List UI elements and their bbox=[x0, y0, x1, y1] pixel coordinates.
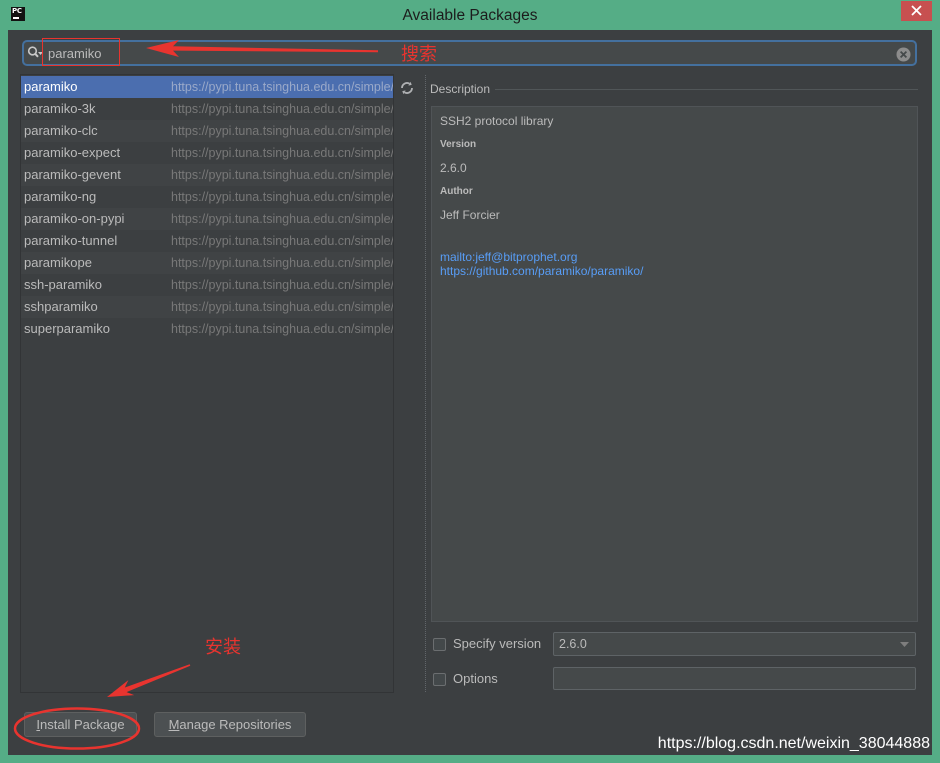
package-repository: https://pypi.tuna.tsinghua.edu.cn/simple… bbox=[171, 102, 393, 116]
watermark: https://blog.csdn.net/weixin_38044888 bbox=[657, 735, 930, 752]
author-email-link[interactable]: mailto:jeff@bitprophet.org bbox=[440, 250, 577, 264]
package-name: paramiko-3k bbox=[24, 101, 96, 116]
package-repository: https://pypi.tuna.tsinghua.edu.cn/simple… bbox=[171, 300, 393, 314]
version-label: Version bbox=[440, 139, 477, 150]
refresh-icon[interactable] bbox=[400, 81, 414, 95]
package-row[interactable]: paramiko-3k https://pypi.tuna.tsinghua.ed… bbox=[21, 98, 393, 120]
package-row[interactable]: paramiko https://pypi.tuna.tsinghua.edu.c… bbox=[21, 76, 393, 98]
search-input[interactable] bbox=[48, 42, 868, 64]
package-row[interactable]: paramikope https://pypi.tuna.tsinghua.edu… bbox=[21, 252, 393, 274]
package-repository: https://pypi.tuna.tsinghua.edu.cn/simple… bbox=[171, 322, 393, 336]
manage-repositories-button[interactable]: Manage Repositories bbox=[154, 712, 306, 737]
package-row[interactable]: superparamiko https://pypi.tuna.tsinghua.… bbox=[21, 318, 393, 340]
annotation-install-note: 安装 bbox=[205, 637, 241, 657]
manage-repositories-label: Manage Repositories bbox=[168, 717, 292, 732]
package-name: paramiko-gevent bbox=[24, 167, 121, 182]
close-button[interactable] bbox=[901, 1, 932, 21]
options-checkbox[interactable] bbox=[433, 673, 446, 686]
description-heading: Description bbox=[430, 82, 491, 96]
package-name: superparamiko bbox=[24, 321, 110, 336]
annotation-search-box bbox=[42, 38, 120, 66]
homepage-link[interactable]: https://github.com/paramiko/paramiko/ bbox=[440, 264, 643, 278]
package-repository: https://pypi.tuna.tsinghua.edu.cn/simple… bbox=[171, 256, 393, 270]
package-repository: https://pypi.tuna.tsinghua.edu.cn/simple… bbox=[171, 80, 393, 94]
package-row[interactable]: ssh-paramiko https://pypi.tuna.tsinghua.e… bbox=[21, 274, 393, 296]
package-name: paramiko-clc bbox=[24, 123, 98, 138]
package-name: paramikope bbox=[24, 255, 92, 270]
package-repository: https://pypi.tuna.tsinghua.edu.cn/simple… bbox=[171, 234, 393, 248]
version-dropdown[interactable]: 2.6.0 bbox=[553, 632, 916, 656]
window-title: Available Packages bbox=[402, 7, 538, 24]
package-row[interactable]: paramiko-on-pypi https://pypi.tuna.tsingh… bbox=[21, 208, 393, 230]
package-name: paramiko-expect bbox=[24, 145, 121, 160]
author-label: Author bbox=[440, 186, 473, 197]
description-separator bbox=[495, 89, 918, 90]
search-field[interactable] bbox=[22, 40, 917, 66]
chevron-down-icon bbox=[900, 642, 909, 647]
package-summary: SSH2 protocol library bbox=[440, 114, 554, 128]
package-name: paramiko-on-pypi bbox=[24, 211, 125, 226]
annotation-search-note: 搜索 bbox=[401, 44, 437, 64]
install-package-label: Install Package bbox=[36, 717, 125, 732]
author-value: Jeff Forcier bbox=[440, 208, 500, 222]
package-row[interactable]: paramiko-gevent https://pypi.tuna.tsinghu… bbox=[21, 164, 393, 186]
package-repository: https://pypi.tuna.tsinghua.edu.cn/simple… bbox=[171, 212, 393, 226]
specify-version-checkbox[interactable] bbox=[433, 638, 446, 651]
package-row[interactable]: paramiko-expect https://pypi.tuna.tsinghu… bbox=[21, 142, 393, 164]
package-row[interactable]: paramiko-ng https://pypi.tuna.tsinghua.ed… bbox=[21, 186, 393, 208]
package-list[interactable]: paramiko https://pypi.tuna.tsinghua.edu.c… bbox=[20, 74, 394, 693]
description-panel: SSH2 protocol library Version 2.6.0 Auth… bbox=[431, 106, 918, 622]
package-repository: https://pypi.tuna.tsinghua.edu.cn/simple… bbox=[171, 168, 393, 182]
package-name: paramiko bbox=[24, 79, 78, 94]
specify-version-label: Specify version bbox=[453, 636, 542, 651]
package-row[interactable]: paramiko-clc https://pypi.tuna.tsinghua.e… bbox=[21, 120, 393, 142]
package-repository: https://pypi.tuna.tsinghua.edu.cn/simple… bbox=[171, 124, 393, 138]
close-icon bbox=[911, 5, 922, 16]
clear-icon[interactable] bbox=[896, 47, 911, 62]
package-name: paramiko-ng bbox=[24, 189, 97, 204]
package-name: sshparamiko bbox=[24, 299, 98, 314]
package-row[interactable]: sshparamiko https://pypi.tuna.tsinghua.ed… bbox=[21, 296, 393, 318]
package-name: ssh-paramiko bbox=[24, 277, 103, 292]
version-value: 2.6.0 bbox=[440, 161, 467, 175]
options-label: Options bbox=[453, 671, 498, 686]
package-row[interactable]: paramiko-tunnel https://pypi.tuna.tsinghu… bbox=[21, 230, 393, 252]
version-dropdown-value: 2.6.0 bbox=[559, 637, 587, 651]
package-repository: https://pypi.tuna.tsinghua.edu.cn/simple… bbox=[171, 190, 393, 204]
install-package-button[interactable]: Install Package bbox=[24, 712, 137, 737]
options-input[interactable] bbox=[553, 667, 916, 690]
package-repository: https://pypi.tuna.tsinghua.edu.cn/simple… bbox=[171, 278, 393, 292]
panel-splitter[interactable] bbox=[425, 75, 426, 692]
package-repository: https://pypi.tuna.tsinghua.edu.cn/simple… bbox=[171, 146, 393, 160]
package-name: paramiko-tunnel bbox=[24, 233, 118, 248]
title-bar: PC Available Packages bbox=[0, 0, 940, 30]
